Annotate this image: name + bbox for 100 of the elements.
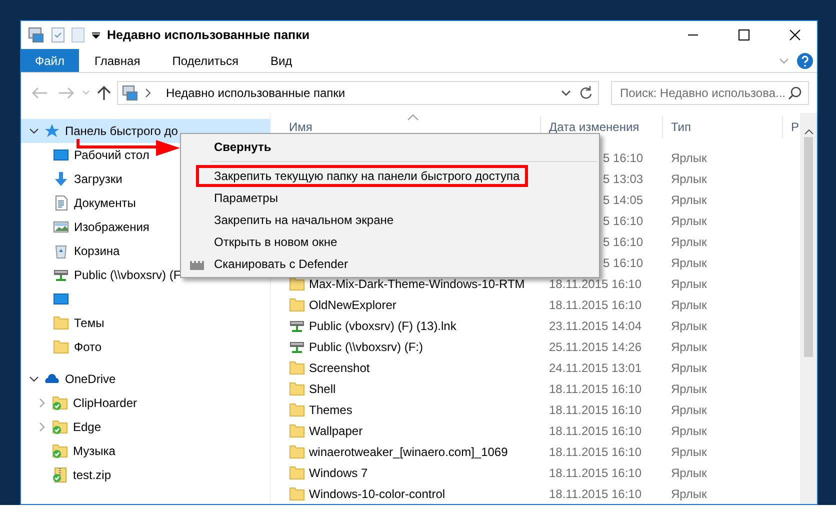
search-icon[interactable] (788, 86, 802, 100)
date-modified: 18.11.2015 16:10 (549, 466, 642, 480)
date-modified: 5 16:10 (603, 214, 644, 228)
download-arrow-icon (53, 171, 69, 187)
ribbon-tab[interactable]: Файл (21, 49, 79, 72)
file-name: Windows-10-color-control (309, 486, 446, 502)
file-type: Ярлык (671, 192, 707, 206)
folder-icon (289, 444, 305, 460)
scrollbar-thumb[interactable] (804, 137, 813, 357)
file-name: winaerotweaker_[winaero.com]_1069 (309, 444, 508, 460)
synced-zip-icon (52, 467, 68, 483)
recycle-bin-icon (53, 243, 69, 259)
folder-icon (53, 339, 69, 355)
folder-icon (289, 296, 305, 312)
file-name: Themes (309, 402, 352, 418)
folder-icon (289, 276, 305, 292)
folder-icon (53, 315, 69, 331)
address-field[interactable]: Недавно использованные папки (117, 81, 599, 105)
column-header[interactable]: Р (783, 116, 800, 138)
document-icon (53, 195, 69, 211)
up-arrow-icon[interactable] (95, 84, 113, 102)
file-type: Ярлык (671, 360, 707, 374)
collapsed-chevron-icon[interactable] (37, 422, 47, 432)
menu-item[interactable]: Параметры (181, 187, 599, 209)
expanded-chevron-icon[interactable] (29, 126, 39, 136)
file-type: Ярлык (671, 256, 707, 270)
file-name: Screenshot (309, 360, 370, 376)
file-type: Ярлык (671, 402, 707, 416)
date-modified: 5 16:10 (603, 234, 644, 248)
menu-item[interactable]: Закрепить на начальном экране (181, 209, 599, 231)
folder-icon (289, 380, 305, 396)
collapsed-chevron-icon[interactable] (37, 398, 47, 408)
desktop-icon (53, 291, 69, 307)
synced-folder-icon (52, 395, 68, 411)
menu-item[interactable]: Закрепить текущую папку на панели быстрого доступа (196, 165, 528, 187)
synced-folder-icon (52, 419, 68, 435)
file-type: Ярлык (671, 444, 707, 458)
window-title: Недавно использованные папки (107, 26, 311, 44)
ribbon-tab[interactable]: Главная (78, 49, 156, 72)
date-modified: 18.11.2015 16:10 (549, 424, 642, 438)
file-type: Ярлык (671, 276, 707, 290)
network-drive-icon (53, 267, 69, 283)
nav-item[interactable]: Фото (21, 335, 270, 359)
date-modified: 18.11.2015 16:10 (549, 298, 642, 312)
file-type: Ярлык (671, 466, 707, 480)
nav-item[interactable]: test.zip (21, 463, 270, 487)
file-name: OldNewExplorer (309, 296, 396, 314)
file-name: Public (\\vboxsrv) (F:) (309, 338, 424, 356)
menu-item[interactable]: Сканировать с Defender (181, 253, 599, 275)
folder-icon (289, 360, 305, 376)
file-name: Shell (309, 380, 336, 398)
nav-item[interactable]: Музыка (21, 439, 270, 463)
expanded-chevron-icon[interactable] (29, 374, 39, 384)
nav-item[interactable]: Edge (21, 415, 270, 439)
date-modified: 25.11.2015 14:26 (549, 340, 642, 354)
help-icon[interactable] (796, 52, 814, 70)
file-type: Ярлык (671, 150, 707, 164)
date-modified: 18.11.2015 16:10 (549, 276, 642, 290)
file-type: Ярлык (671, 298, 707, 312)
vertical-scrollbar[interactable] (800, 113, 817, 504)
folder-icon (289, 464, 305, 480)
file-type: Ярлык (671, 424, 707, 438)
nav-item[interactable]: Темы (21, 311, 270, 335)
menu-item[interactable]: Открыть в новом окне (181, 231, 599, 253)
file-name: Windows 7 (309, 464, 368, 482)
computer-icon (122, 85, 138, 101)
desktop-icon (53, 147, 69, 163)
synced-folder-icon (52, 443, 68, 459)
properties-icon[interactable] (51, 27, 65, 43)
folder-icon (289, 486, 305, 502)
date-modified: 24.11.2015 13:01 (549, 360, 642, 374)
column-header[interactable]: Тип (663, 116, 783, 138)
breadcrumb-chevron-icon (144, 88, 152, 98)
date-modified: 5 16:10 (603, 150, 644, 164)
date-modified: 18.11.2015 16:10 (549, 382, 642, 396)
refresh-icon[interactable] (578, 85, 594, 101)
file-name: Max-Mix-Dark-Theme-Windows-10-RTM (309, 276, 525, 292)
address-path: Недавно использованные папки (165, 85, 346, 102)
date-modified: 18.11.2015 16:10 (549, 402, 642, 416)
date-modified: 18.11.2015 16:10 (549, 444, 642, 458)
pin-star-icon (44, 123, 60, 139)
file-type: Ярлык (671, 318, 707, 332)
date-modified: 5 14:05 (603, 192, 644, 206)
ribbon-tab[interactable]: Вид (254, 49, 308, 72)
file-name: Public (vboxsrv) (F) (13).lnk (309, 318, 456, 334)
folder-icon (289, 402, 305, 418)
nav-item[interactable]: ClipHoarder (21, 391, 270, 415)
ribbon-tab[interactable]: Поделиться (156, 49, 254, 72)
dropdown-icon[interactable] (91, 30, 101, 40)
nav-item[interactable]: OneDrive (21, 367, 270, 391)
scroll-up-icon[interactable] (804, 127, 814, 135)
sort-ascending-icon (407, 113, 419, 121)
computer-icon (27, 26, 45, 44)
file-type: Ярлык (671, 340, 707, 354)
file-type: Ярлык (671, 234, 707, 248)
date-modified: 5 16:10 (603, 256, 644, 270)
date-modified: 18.11.2015 16:10 (549, 486, 642, 500)
file-type: Ярлык (671, 214, 707, 228)
picture-icon (53, 219, 69, 235)
search-field[interactable]: Поиск: Недавно использова... (611, 81, 809, 105)
